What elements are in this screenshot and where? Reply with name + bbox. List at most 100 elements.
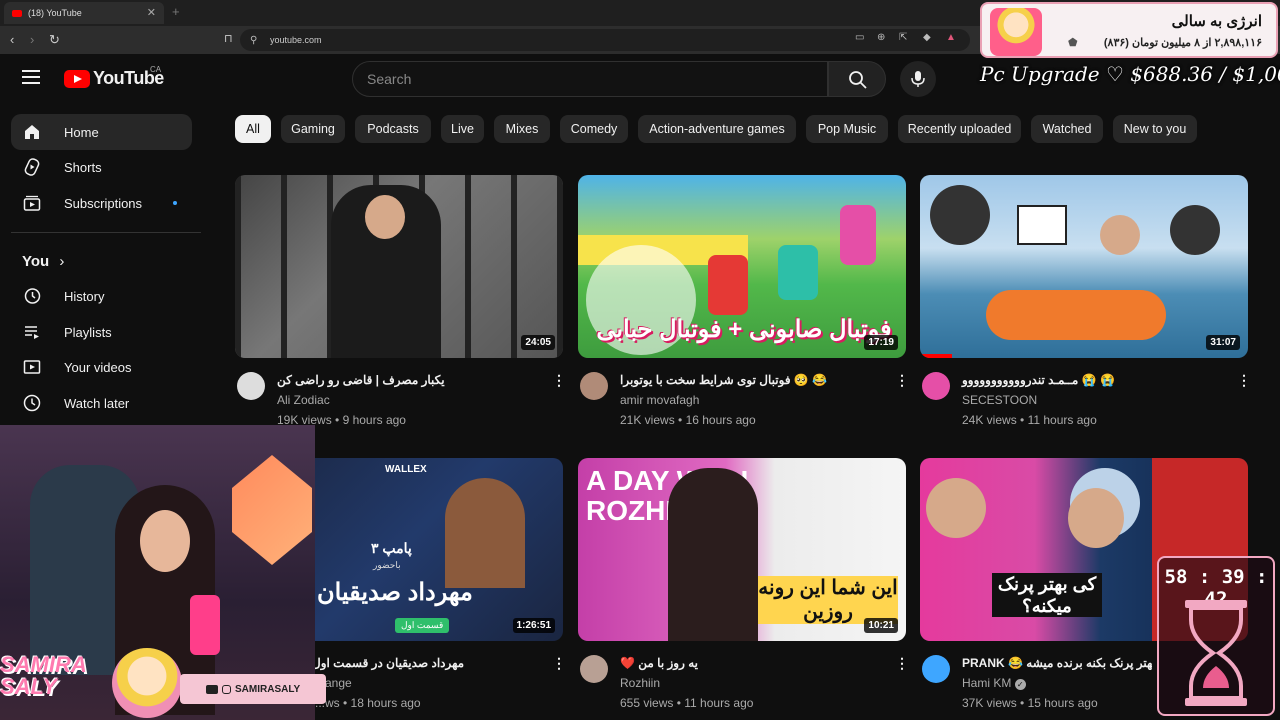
youtube-icon [206, 684, 218, 694]
stream-timer-widget: 58 : 39 : 42 [1157, 556, 1275, 716]
chip-podcasts[interactable]: Podcasts [355, 115, 431, 143]
subscriptions-icon [23, 195, 41, 211]
search-input[interactable]: Search [352, 61, 828, 97]
sidebar-item-history[interactable]: History [11, 278, 192, 314]
video-title[interactable]: 😭 😭 مــمـد تندرووووووووووو [962, 373, 1115, 387]
video-meta: 655 views • 11 hours ago [620, 696, 754, 710]
cast-icon[interactable]: ▭ [855, 32, 864, 43]
url-text: youtube.com [270, 35, 322, 45]
hourglass-icon [1185, 600, 1247, 706]
webcam-light-panel [232, 455, 312, 565]
new-tab-button[interactable]: + [172, 4, 180, 19]
shield-icon: ⬟ [1068, 37, 1078, 49]
sidebar-item-your-videos[interactable]: Your videos [11, 349, 192, 385]
sidebar-item-label: Shorts [64, 160, 102, 175]
chip-live[interactable]: Live [441, 115, 484, 143]
video-meta: ...ws • 18 hours ago [315, 696, 421, 710]
more-actions-icon[interactable]: ⋮ [552, 372, 566, 389]
sidebar-item-label: Subscriptions [64, 196, 143, 211]
site-info-icon[interactable]: ⚲ [250, 35, 257, 46]
streamer-name: SAMIRA SALY [0, 652, 86, 699]
donation-progress-text: ۲,۸۹۸,۱۱۶ از ۸ میلیون تومان (۸۳۶) [1103, 37, 1262, 49]
verified-badge-icon: ✓ [1014, 679, 1026, 690]
channel-avatar[interactable] [237, 372, 265, 400]
video-duration: 31:07 [1206, 335, 1240, 350]
chip-comedy[interactable]: Comedy [560, 115, 628, 143]
chip-watched[interactable]: Watched [1031, 115, 1103, 143]
video-thumbnail[interactable]: 31:07 [920, 175, 1248, 358]
more-actions-icon[interactable]: ⋮ [895, 655, 909, 672]
thumbnail-guest-label: باحضور [373, 560, 401, 570]
sidebar-item-home[interactable]: Home [11, 114, 192, 150]
hamburger-menu-icon[interactable] [22, 70, 40, 84]
sidebar-item-label: Playlists [64, 325, 112, 340]
channel-name[interactable]: Rozhiin [620, 676, 660, 690]
rewards-icon[interactable]: ▲ [946, 32, 956, 43]
thumbnail-caption: فوتبال صابونی + فوتبال حبابی [596, 316, 892, 343]
back-icon[interactable]: ‹ [10, 32, 14, 47]
video-title[interactable]: یه روز با من ❤️ [620, 656, 698, 670]
video-thumbnail[interactable]: A DAY WITH ROZHIIN این شما این رونه روزی… [578, 458, 906, 641]
watch-progress-bar [920, 354, 952, 358]
sidebar-item-label: Home [64, 125, 99, 140]
donation-title: انرژی به سالی [1171, 13, 1262, 30]
thumbnail-brand: WALLEX [385, 464, 427, 475]
thumbnail-show-title: پامپ ۳ [371, 540, 412, 556]
chip-new-to-you[interactable]: New to you [1113, 115, 1197, 143]
channel-avatar[interactable] [922, 655, 950, 683]
sidebar-item-shorts[interactable]: Shorts [11, 149, 192, 185]
sidebar-item-playlists[interactable]: Playlists [11, 314, 192, 350]
chip-all[interactable]: All [235, 115, 271, 143]
browser-tab[interactable]: (18) YouTube ✕ [4, 2, 164, 24]
chip-mixes[interactable]: Mixes [494, 115, 550, 143]
webcam-face [140, 510, 190, 572]
youtube-play-icon [64, 69, 90, 88]
watch-later-icon [23, 394, 41, 412]
streamer-mascot-avatar [112, 648, 182, 718]
thumbnail-player-teal [778, 245, 818, 300]
more-actions-icon[interactable]: ⋮ [552, 655, 566, 672]
video-duration: 10:21 [864, 618, 898, 633]
video-thumbnail[interactable]: فوتبال صابونی + فوتبال حبابی 17:19 [578, 175, 906, 358]
you-section-heading[interactable]: You › [22, 253, 64, 270]
youtube-logo[interactable]: YouTube [64, 68, 164, 89]
share-icon[interactable]: ⇱ [899, 32, 907, 43]
channel-avatar[interactable] [580, 372, 608, 400]
more-actions-icon[interactable]: ⋮ [1237, 372, 1251, 389]
home-icon [25, 125, 39, 139]
thumbnail-spiked-ball [930, 185, 990, 245]
thumbnail-caption: این شما این رونه روزین [758, 576, 898, 624]
channel-avatar[interactable] [922, 372, 950, 400]
voice-search-button[interactable] [900, 61, 936, 97]
chip-gaming[interactable]: Gaming [281, 115, 345, 143]
forward-icon[interactable]: › [30, 32, 34, 47]
history-icon [24, 288, 41, 304]
search-button[interactable] [828, 61, 886, 97]
video-title[interactable]: PRANK 😂 هر کی بهتر پرنک بکنه برنده میشه [962, 656, 1152, 670]
shield-icon[interactable]: ◆ [923, 32, 931, 43]
streamer-mascot-avatar [990, 8, 1042, 56]
video-title[interactable]: مهرداد صدیقیان در قسمت اول [312, 656, 464, 670]
chip-recently-uploaded[interactable]: Recently uploaded [898, 115, 1021, 143]
playlists-icon [25, 326, 39, 339]
video-title[interactable]: یکبار مصرف | قاضی رو راضی کن [277, 373, 445, 387]
chip-action-adventure-games[interactable]: Action-adventure games [638, 115, 796, 143]
zoom-icon[interactable]: ⊕ [877, 32, 885, 43]
channel-name[interactable]: Ali Zodiac [277, 393, 330, 407]
channel-name[interactable]: amir movafagh [620, 393, 699, 407]
chip-pop-music[interactable]: Pop Music [806, 115, 888, 143]
bookmark-icon[interactable]: ⊓ [224, 32, 233, 45]
channel-name[interactable]: Hami KM ✓ [962, 676, 1026, 690]
reload-icon[interactable]: ↻ [49, 32, 60, 48]
video-thumbnail[interactable]: 24:05 [235, 175, 563, 358]
sidebar-item-subscriptions[interactable]: Subscriptions [11, 185, 192, 221]
channel-avatar[interactable] [580, 655, 608, 683]
new-content-dot [173, 201, 177, 205]
video-title[interactable]: 😂 🥺 فوتبال توی شرایط سخت با یوتوبرا [620, 373, 827, 387]
your-videos-icon [23, 360, 41, 374]
sidebar-item-watch-later[interactable]: Watch later [11, 385, 192, 421]
tab-close-icon[interactable]: ✕ [147, 6, 156, 19]
channel-name[interactable]: SECESTOON [962, 393, 1037, 407]
more-actions-icon[interactable]: ⋮ [895, 372, 909, 389]
sidebar-item-label: Your videos [64, 360, 132, 375]
